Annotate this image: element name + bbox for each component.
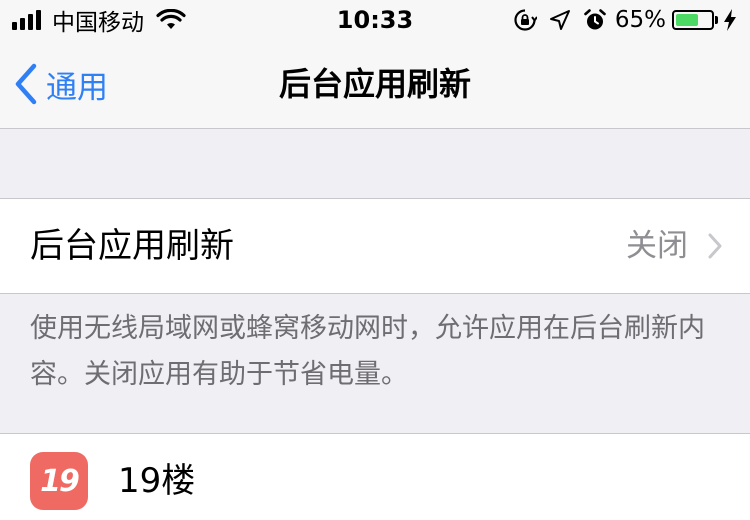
battery-level-fill (676, 14, 699, 26)
charging-bolt-icon (724, 9, 736, 31)
battery-percent: 65% (614, 7, 666, 33)
app-name: 19楼 (118, 461, 196, 501)
carrier-name: 中国移动 (52, 10, 144, 36)
orientation-lock-icon (514, 9, 537, 31)
back-button[interactable]: 通用 (14, 40, 108, 128)
chevron-left-icon (15, 63, 37, 105)
location-arrow-icon (549, 10, 570, 30)
status-right: 65% (513, 0, 736, 40)
chevron-right-icon (708, 233, 722, 259)
app-row[interactable]: 19 19楼 (0, 433, 750, 520)
background-refresh-row[interactable]: 后台应用刷新 关闭 (0, 198, 750, 294)
signal-bars-icon (12, 10, 44, 30)
wifi-icon (156, 9, 186, 29)
back-button-label: 通用 (46, 69, 108, 106)
battery-nub (715, 16, 718, 24)
navigation-bar: 通用 后台应用刷新 (0, 40, 750, 129)
status-left: 中国移动 (12, 0, 186, 40)
app-icon-text: 19 (40, 463, 80, 499)
app-icon: 19 (30, 452, 88, 510)
battery-icon (672, 10, 714, 30)
status-bar: 中国移动 10:33 65% (0, 0, 750, 40)
setting-label: 后台应用刷新 (30, 226, 234, 266)
footer-note: 使用无线局域网或蜂窝移动网时，允许应用在后台刷新内容。关闭应用有助于节省电量。 (30, 313, 705, 390)
page-title: 后台应用刷新 (278, 65, 471, 103)
setting-value: 关闭 (626, 228, 688, 264)
alarm-clock-icon (584, 9, 606, 30)
